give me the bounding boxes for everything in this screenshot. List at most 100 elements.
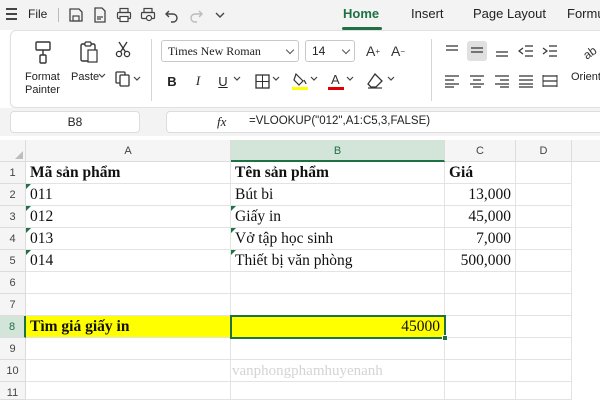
align-left-icon[interactable] — [443, 73, 461, 89]
underline-icon[interactable]: U — [212, 71, 234, 91]
cell-c11[interactable] — [445, 382, 516, 400]
save-icon[interactable] — [66, 5, 86, 25]
cell-c4[interactable]: 7,000 — [445, 228, 516, 250]
cell-a1[interactable]: Mã sản phẩm — [26, 162, 231, 184]
cell-d5[interactable] — [516, 250, 572, 272]
cell-c6[interactable] — [445, 272, 516, 294]
align-middle-icon[interactable] — [467, 41, 487, 61]
increase-font-icon[interactable]: A + — [363, 41, 383, 61]
formula-input[interactable]: fx =VLOOKUP("012",A1:C5,3,FALSE) — [166, 111, 600, 133]
chevron-down-icon[interactable] — [346, 75, 354, 83]
decrease-indent-icon[interactable] — [517, 43, 535, 59]
cell-a3[interactable]: 012 — [26, 206, 231, 228]
cell-b2[interactable]: Bút bi — [231, 184, 445, 206]
menu-icon[interactable] — [6, 6, 22, 22]
cell-d6[interactable] — [516, 272, 572, 294]
row-header-2[interactable]: 2 — [0, 184, 26, 206]
cell-b3[interactable]: Giấy in — [231, 206, 445, 228]
cell-d9[interactable] — [516, 338, 572, 360]
cell-c10[interactable] — [445, 360, 516, 382]
chevron-down-icon[interactable] — [285, 45, 295, 55]
eraser-icon[interactable] — [365, 71, 385, 91]
cell-c8[interactable] — [445, 316, 516, 338]
distributed-icon[interactable] — [541, 73, 559, 89]
cell-b4[interactable]: Vở tập học sinh — [231, 228, 445, 250]
format-painter-icon[interactable] — [31, 39, 55, 65]
select-all-button[interactable] — [0, 140, 26, 162]
cell-c3[interactable]: 45,000 — [445, 206, 516, 228]
row-header-11[interactable]: 11 — [0, 382, 26, 400]
cell-d8[interactable] — [516, 316, 572, 338]
cell-d10[interactable] — [516, 360, 572, 382]
chevron-down-icon[interactable] — [233, 75, 241, 83]
cell-c2[interactable]: 13,000 — [445, 184, 516, 206]
chevron-down-icon[interactable] — [98, 72, 106, 80]
italic-icon[interactable]: I — [187, 71, 209, 91]
borders-icon[interactable] — [253, 72, 271, 90]
cell-b8[interactable]: 45000 — [231, 316, 445, 338]
row-header-1[interactable]: 1 — [0, 162, 26, 184]
align-center-icon[interactable] — [468, 73, 486, 89]
align-top-icon[interactable] — [443, 43, 461, 59]
cell-c1[interactable]: Giá — [445, 162, 516, 184]
cell-a10[interactable] — [26, 360, 231, 382]
row-header-7[interactable]: 7 — [0, 294, 26, 316]
tab-home[interactable]: Home — [343, 6, 379, 21]
export-pdf-icon[interactable] — [90, 5, 110, 25]
row-header-3[interactable]: 3 — [0, 206, 26, 228]
font-color-icon[interactable]: A — [327, 70, 345, 92]
cell-b11[interactable] — [231, 382, 445, 400]
cell-a11[interactable] — [26, 382, 231, 400]
file-menu[interactable]: File — [28, 7, 47, 21]
paste-label[interactable]: Paste — [71, 71, 99, 84]
row-header-6[interactable]: 6 — [0, 272, 26, 294]
redo-icon[interactable] — [186, 5, 206, 25]
chevron-down-icon[interactable] — [272, 75, 280, 83]
format-painter-label[interactable]: Format Painter — [25, 71, 60, 97]
tab-formulas[interactable]: Formu — [567, 6, 600, 21]
column-header-d[interactable]: D — [516, 140, 572, 162]
cell-d1[interactable] — [516, 162, 572, 184]
cell-b5[interactable]: Thiết bị văn phòng — [231, 250, 445, 272]
chevron-down-icon[interactable] — [133, 75, 141, 83]
align-right-icon[interactable] — [493, 73, 511, 89]
row-header-9[interactable]: 9 — [0, 338, 26, 360]
align-bottom-icon[interactable] — [493, 43, 511, 59]
row-header-8[interactable]: 8 — [0, 316, 26, 338]
cut-icon[interactable] — [113, 39, 133, 59]
cell-a8[interactable]: Tìm giá giấy in — [26, 316, 231, 338]
cell-d4[interactable] — [516, 228, 572, 250]
justify-icon[interactable] — [517, 73, 535, 89]
cell-b6[interactable] — [231, 272, 445, 294]
row-header-10[interactable]: 10 — [0, 360, 26, 382]
cell-d2[interactable] — [516, 184, 572, 206]
cell-d7[interactable] — [516, 294, 572, 316]
font-name-select[interactable]: Times New Roman — [161, 40, 299, 62]
fx-icon[interactable]: fx — [217, 114, 226, 130]
cell-a2[interactable]: 011 — [26, 184, 231, 206]
column-header-e[interactable] — [572, 140, 600, 162]
cell-c5[interactable]: 500,000 — [445, 250, 516, 272]
cell-b9[interactable] — [231, 338, 445, 360]
tab-page-layout[interactable]: Page Layout — [473, 6, 546, 21]
chevron-down-icon[interactable] — [310, 75, 318, 83]
copy-icon[interactable] — [113, 69, 133, 89]
bold-icon[interactable]: B — [161, 71, 183, 91]
cell-c9[interactable] — [445, 338, 516, 360]
tab-insert[interactable]: Insert — [411, 6, 444, 21]
cell-a5[interactable]: 014 — [26, 250, 231, 272]
chevron-down-icon[interactable] — [210, 5, 230, 25]
font-size-select[interactable]: 14 — [305, 40, 355, 62]
cell-d11[interactable] — [516, 382, 572, 400]
chevron-down-icon[interactable] — [341, 45, 351, 55]
cell-c7[interactable] — [445, 294, 516, 316]
cell-d3[interactable] — [516, 206, 572, 228]
cell-a9[interactable] — [26, 338, 231, 360]
orientation-label[interactable]: Orient — [571, 71, 600, 84]
cell-b1[interactable]: Tên sản phẩm — [231, 162, 445, 184]
cell-b7[interactable] — [231, 294, 445, 316]
cell-a4[interactable]: 013 — [26, 228, 231, 250]
orientation-icon[interactable]: ab — [579, 41, 599, 61]
increase-indent-icon[interactable] — [541, 43, 559, 59]
paste-icon[interactable] — [77, 39, 101, 65]
